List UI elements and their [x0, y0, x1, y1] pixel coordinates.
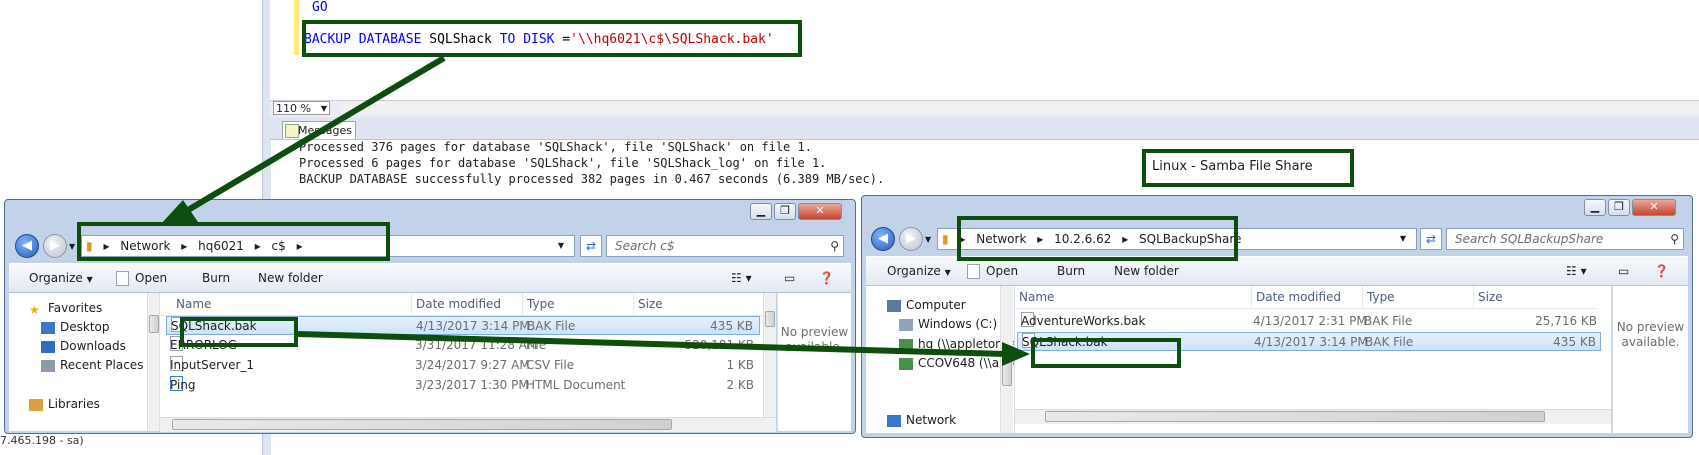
arrow-file-copy	[297, 331, 1007, 357]
arrow-sql-to-left-folder	[181, 55, 446, 216]
arrowhead-icon	[1002, 342, 1030, 366]
annotation-arrows	[160, 55, 1030, 366]
arrowhead-icon	[160, 200, 198, 225]
